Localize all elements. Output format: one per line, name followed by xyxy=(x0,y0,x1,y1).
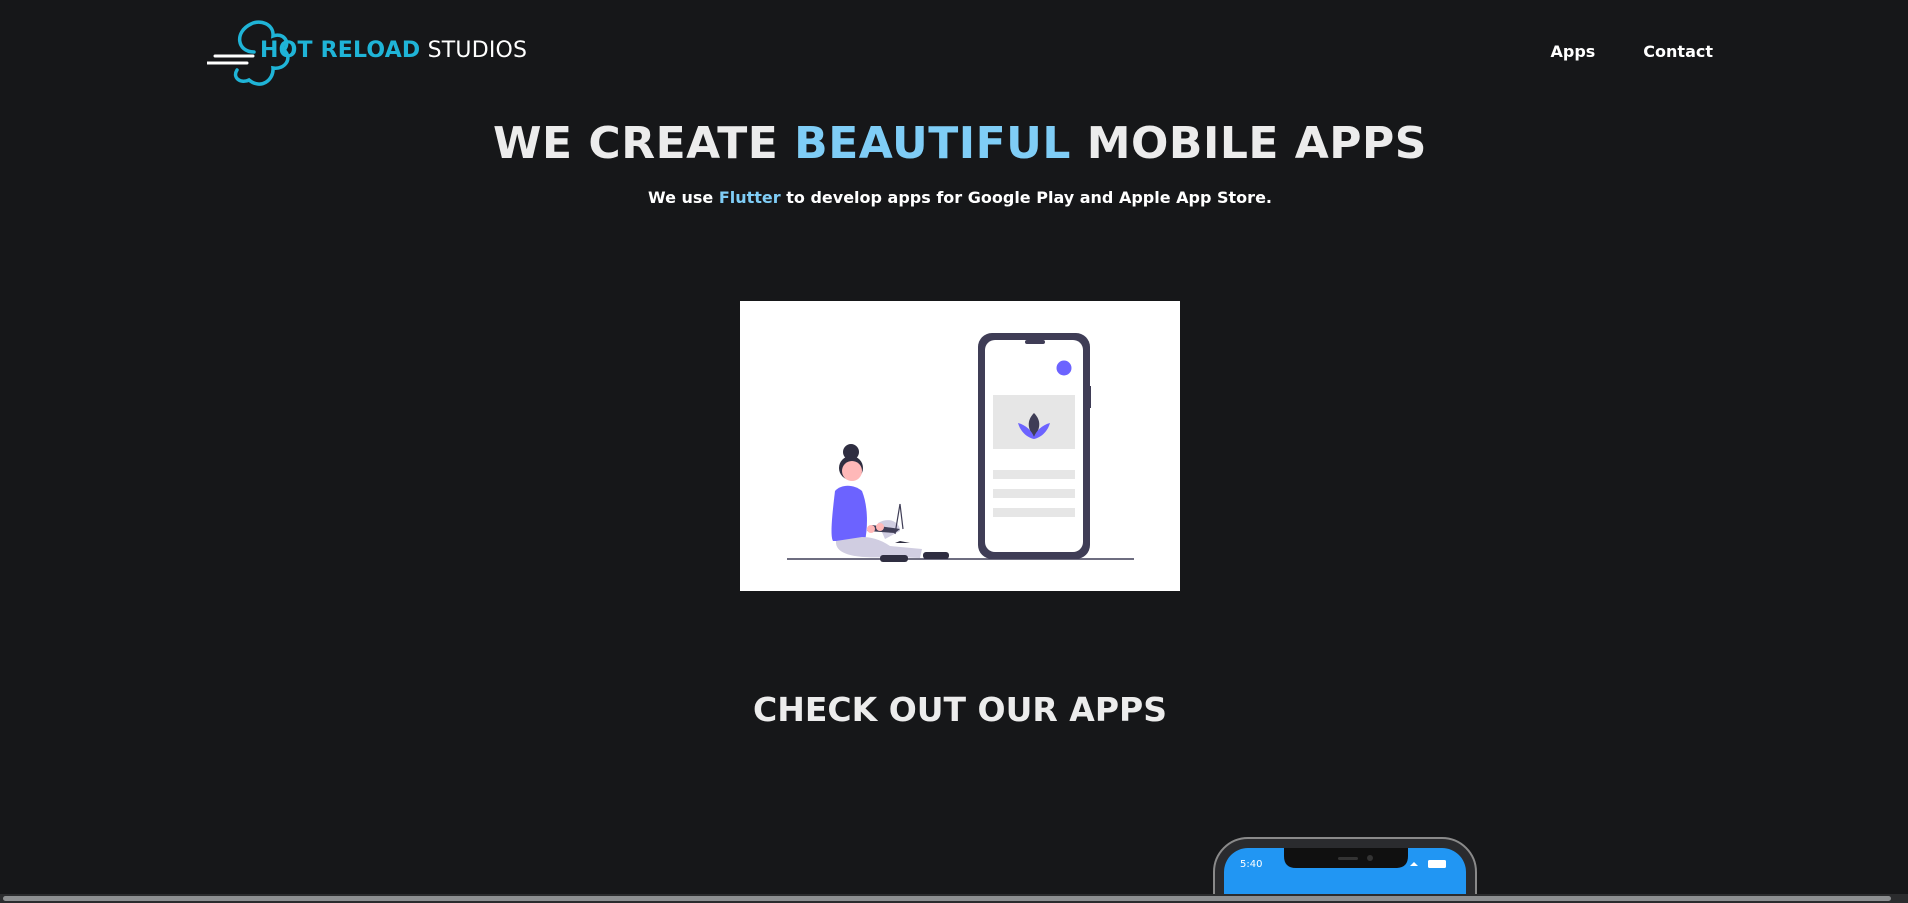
hero-sub-part1: We use xyxy=(647,188,719,207)
page: HOT RELOAD STUDIOS Apps Contact WE CREAT… xyxy=(0,0,1908,903)
person-with-phone-illustration xyxy=(740,301,1180,591)
hero-title-accent: BEAUTIFUL xyxy=(794,118,1071,169)
scrollbar-thumb[interactable] xyxy=(3,896,1891,901)
horizontal-scrollbar[interactable] xyxy=(0,894,1908,903)
top-nav: Apps Contact xyxy=(1550,42,1713,61)
logo-studios-text: STUDIOS xyxy=(420,38,528,63)
smartphone-preview[interactable]: 5:40 xyxy=(1212,836,1478,903)
hero-title-part1: WE CREATE xyxy=(493,118,795,169)
logo-hot-text: HOT RELOAD xyxy=(260,38,421,63)
hero-title-part2: MOBILE APPS xyxy=(1070,118,1427,169)
phone-time: 5:40 xyxy=(1240,859,1262,870)
nav-contact-link[interactable]: Contact xyxy=(1643,42,1713,61)
hero-sub-accent: Flutter xyxy=(718,188,781,207)
hero-title: WE CREATE BEAUTIFUL MOBILE APPS xyxy=(0,118,1908,169)
nav-apps-link[interactable]: Apps xyxy=(1550,42,1595,61)
logo-wordmark[interactable]: HOT RELOAD STUDIOS xyxy=(260,38,527,63)
hero-subtitle: We use Flutter to develop apps for Googl… xyxy=(0,188,1908,207)
hero-sub-part2: to develop apps for Google Play and Appl… xyxy=(780,188,1272,207)
apps-section-title: CHECK OUT OUR APPS xyxy=(753,690,1167,729)
